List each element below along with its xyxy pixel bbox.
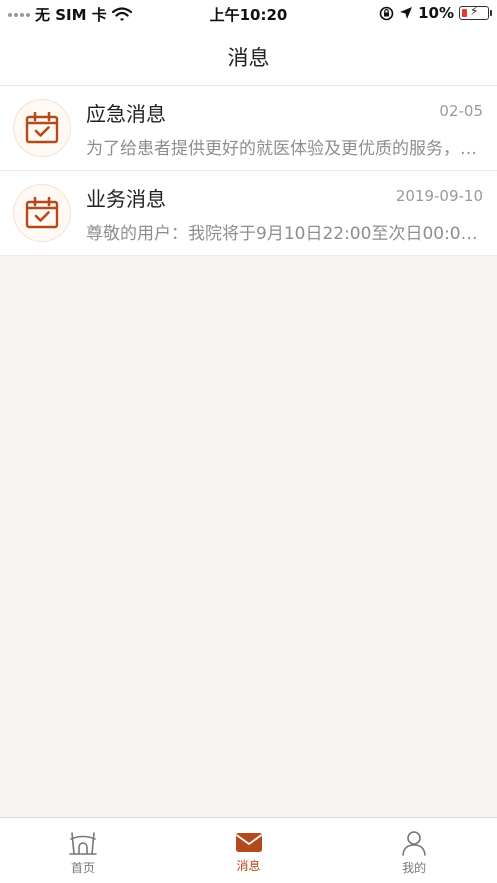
- status-bar-right: 10% ⚡: [379, 4, 492, 22]
- message-list: 应急消息 02-05 为了给患者提供更好的就医体验及更优质的服务，我院... 业…: [0, 86, 497, 256]
- tab-home[interactable]: 首页: [0, 818, 166, 883]
- calendar-check-icon: [13, 184, 71, 242]
- location-arrow-icon: [400, 7, 413, 19]
- tab-label: 消息: [236, 859, 261, 873]
- message-item-business[interactable]: 业务消息 2019-09-10 尊敬的用户：我院将于9月10日22:00至次日0…: [0, 171, 497, 256]
- tab-messages[interactable]: 消息: [166, 818, 332, 883]
- battery-percent: 10%: [418, 4, 454, 22]
- home-icon: [69, 832, 97, 855]
- calendar-check-icon: [13, 99, 71, 157]
- message-time: 2019-09-10: [395, 187, 483, 205]
- navigation-bar: 消息: [0, 28, 497, 86]
- orientation-lock-icon: [379, 6, 394, 20]
- message-item-emergency[interactable]: 应急消息 02-05 为了给患者提供更好的就医体验及更优质的服务，我院...: [0, 86, 497, 171]
- tab-label: 首页: [70, 861, 95, 875]
- user-icon: [402, 831, 426, 856]
- tab-profile[interactable]: 我的: [331, 818, 497, 883]
- envelope-icon: [235, 833, 262, 852]
- message-time: 02-05: [439, 102, 483, 120]
- message-title: 业务消息: [86, 187, 166, 211]
- battery-icon: ⚡: [459, 4, 492, 20]
- page-title: 消息: [227, 45, 270, 70]
- message-preview: 为了给患者提供更好的就医体验及更优质的服务，我院...: [86, 139, 484, 159]
- tab-label: 我的: [402, 861, 427, 875]
- status-bar: 无 SIM 卡 上午10:20 10% ⚡: [0, 0, 497, 28]
- message-preview: 尊敬的用户：我院将于9月10日22:00至次日00:00进行...: [86, 224, 484, 244]
- tab-bar: 首页 消息 我的: [0, 817, 497, 883]
- message-title: 应急消息: [86, 102, 166, 126]
